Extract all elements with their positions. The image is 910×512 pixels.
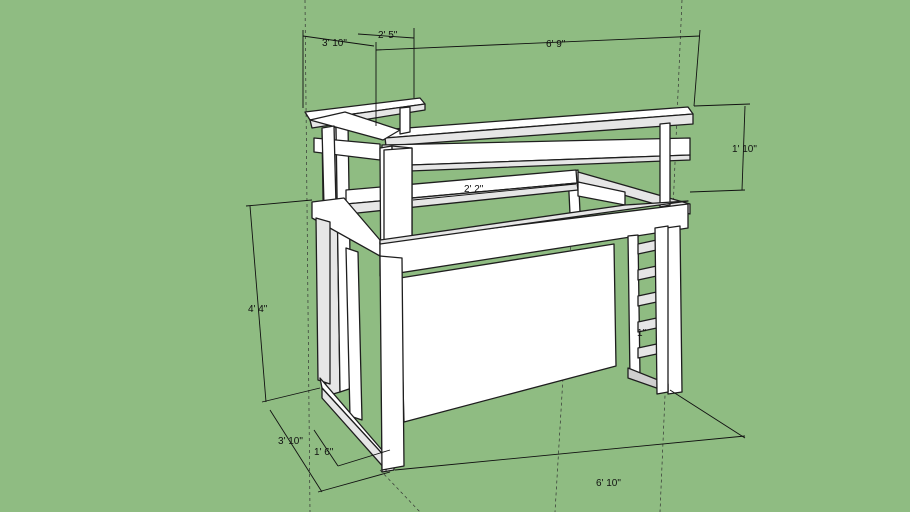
- guard-post-right: [659, 122, 671, 208]
- axis-guide: [379, 469, 421, 512]
- dim-label-top-short: 2' 5": [378, 30, 398, 41]
- side-post-left-outer: [315, 217, 331, 385]
- front-panel: [399, 243, 617, 423]
- post-front-left-upper: [383, 147, 413, 249]
- dim-label-base-depth: 3' 10": [278, 436, 303, 447]
- axis-guide: [304, 0, 311, 512]
- dim-label-top-depth: 3' 10": [322, 38, 347, 49]
- guard-post-left-b: [321, 125, 337, 207]
- dim-label-base-inner: 1' 6": [314, 447, 334, 458]
- dim-label-base-length: 6' 10": [596, 478, 621, 489]
- modeling-viewport[interactable]: 3' 10" 2' 5" 6' 9" 1' 10" 2' 2" 4' 4" 3'…: [0, 0, 910, 512]
- dim-label-ladder-tick: 1": [637, 328, 647, 339]
- post-front-right: [654, 225, 669, 395]
- guard-post-left-a: [399, 106, 411, 135]
- side-post-left-mid: [345, 247, 363, 421]
- dim-label-inner-span: 2' 2": [464, 184, 484, 195]
- dim-label-top-length: 6' 9": [546, 39, 566, 50]
- dim-label-total-height: 4' 4": [248, 304, 268, 315]
- bed-frame-model[interactable]: 3' 10" 2' 5" 6' 9" 1' 10" 2' 2" 4' 4" 3'…: [0, 0, 910, 512]
- post-front-left-lower: [379, 255, 405, 471]
- dim-label-rail-height: 1' 10": [732, 144, 757, 155]
